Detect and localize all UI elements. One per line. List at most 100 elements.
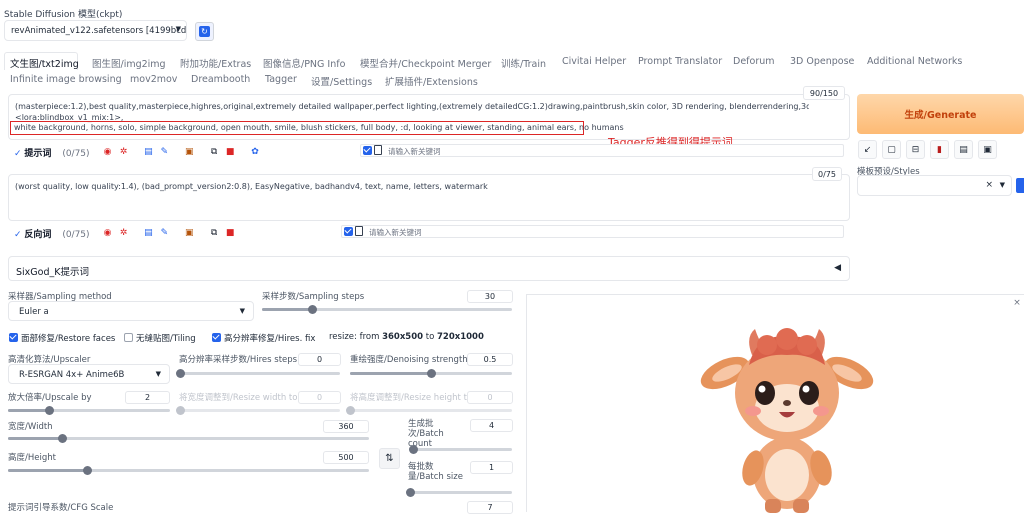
hires-steps-slider[interactable]: [176, 369, 340, 378]
copy-icon[interactable]: ⧉: [208, 226, 221, 239]
tab-prompt-translator[interactable]: Prompt Translator: [638, 56, 722, 67]
settings-icon[interactable]: ✿: [249, 145, 262, 158]
folder-icon[interactable]: ▣: [183, 145, 196, 158]
tiling-label: 无缝贴图/Tiling: [136, 334, 196, 344]
tab-train[interactable]: 训练/Train: [501, 56, 546, 70]
negative-keyword-placeholder: 请输入新关键词: [369, 228, 422, 237]
styles-dropdown[interactable]: × ▼: [857, 175, 1012, 196]
checkpoint-dropdown[interactable]: revAnimated_v122.safetensors [4199bcdc ▼: [4, 20, 187, 41]
tab-dreambooth[interactable]: Dreambooth: [191, 74, 250, 85]
arrow-icon[interactable]: ↙: [858, 140, 877, 159]
slider-thumb[interactable]: [427, 369, 436, 378]
hires-steps-label: 高分辨率采样步数/Hires steps: [179, 355, 298, 365]
denoise-input[interactable]: 0.5: [467, 353, 513, 366]
keyword-checkbox[interactable]: [344, 227, 353, 236]
tab-txt2img[interactable]: 文生图/txt2img: [10, 56, 79, 70]
batch-count-input[interactable]: 4: [470, 419, 513, 432]
doc-icon[interactable]: ▤: [142, 145, 155, 158]
cfg-input[interactable]: 7: [467, 501, 513, 514]
upscaler-value: R-ESRGAN 4x+ Anime6B: [19, 370, 125, 380]
denoise-slider[interactable]: [350, 369, 512, 378]
clipboard-icon[interactable]: ▤: [954, 140, 973, 159]
slider-thumb[interactable]: [409, 445, 419, 454]
batch-size-input[interactable]: 1: [470, 461, 513, 474]
palette-icon[interactable]: ◉: [101, 145, 114, 158]
tab-civitai-helper[interactable]: Civitai Helper: [562, 56, 626, 67]
negative-textarea[interactable]: (worst quality, low quality:1.4), (bad_p…: [8, 174, 850, 221]
copy-icon[interactable]: ⧉: [208, 145, 221, 158]
slider-thumb[interactable]: [44, 406, 54, 415]
sampling-steps-slider[interactable]: [262, 305, 512, 314]
hires-fix-option[interactable]: 高分辨率修复/Hires. fix: [212, 332, 315, 344]
hires-fix-checkbox[interactable]: [212, 333, 221, 342]
restore-faces-checkbox[interactable]: [9, 333, 18, 342]
height-label: 高度/Height: [8, 453, 56, 463]
prompt-keyword-input[interactable]: 请输入新关键词: [360, 144, 844, 157]
sixgod-accordion[interactable]: SixGod_K提示词 ◀: [8, 256, 850, 281]
sampling-method-dropdown[interactable]: Euler a ▼: [8, 301, 254, 321]
tab-mov2mov[interactable]: mov2mov: [130, 74, 177, 85]
tab-extensions[interactable]: 扩展插件/Extensions: [385, 74, 478, 88]
delete-icon[interactable]: ■: [224, 226, 237, 239]
tab-additional-networks[interactable]: Additional Networks: [867, 56, 962, 67]
tab-png-info[interactable]: 图像信息/PNG Info: [263, 56, 345, 70]
swap-dimensions-button[interactable]: ⇅: [379, 448, 400, 469]
tab-img2img[interactable]: 图生图/img2img: [92, 56, 166, 70]
restore-faces-option[interactable]: 面部修复/Restore faces: [9, 332, 115, 344]
batch-size-slider[interactable]: [406, 488, 512, 497]
hires-steps-input[interactable]: 0: [298, 353, 341, 366]
resize-height-slider: [346, 406, 512, 415]
tab-settings[interactable]: 设置/Settings: [311, 74, 372, 88]
close-icon[interactable]: ×: [1012, 298, 1022, 308]
tab-extras[interactable]: 附加功能/Extras: [180, 56, 251, 70]
trash-icon[interactable]: ⊟: [906, 140, 925, 159]
width-slider[interactable]: [8, 434, 369, 443]
slider-thumb[interactable]: [83, 466, 93, 475]
tiling-option[interactable]: 无缝贴图/Tiling: [124, 332, 196, 344]
slider-thumb[interactable]: [308, 305, 317, 314]
prompt-keyword-placeholder: 请输入新关键词: [388, 147, 441, 156]
height-slider[interactable]: [8, 466, 369, 475]
doc-icon[interactable]: ▤: [142, 226, 155, 239]
batch-count-slider[interactable]: [409, 445, 512, 454]
resize-prefix: resize: from: [329, 332, 380, 342]
tab-tagger[interactable]: Tagger: [265, 74, 297, 85]
slider-thumb[interactable]: [176, 369, 185, 378]
upscaler-dropdown[interactable]: R-ESRGAN 4x+ Anime6B ▼: [8, 364, 170, 384]
check-circle-icon: ✓: [14, 230, 22, 240]
refresh-button[interactable]: ↻: [195, 22, 214, 41]
edit-icon[interactable]: ✎: [158, 145, 171, 158]
tab-3d-openpose[interactable]: 3D Openpose: [790, 56, 854, 67]
collapse-icon[interactable]: ◀: [834, 263, 841, 273]
book-icon[interactable]: ▮: [930, 140, 949, 159]
prompt-line-3: white background, horns, solo, simple ba…: [14, 123, 624, 132]
sampling-steps-input[interactable]: 30: [467, 290, 513, 303]
gear-icon[interactable]: ✲: [117, 145, 130, 158]
tab-infinite-image-browsing[interactable]: Infinite image browsing: [10, 74, 122, 85]
tiling-checkbox[interactable]: [124, 333, 133, 342]
upscale-by-input[interactable]: 2: [125, 391, 170, 404]
clear-icon[interactable]: ▢: [882, 140, 901, 159]
keyword-checkbox[interactable]: [363, 146, 372, 155]
palette-icon[interactable]: ◉: [101, 226, 114, 239]
slider-thumb[interactable]: [58, 434, 68, 443]
width-input[interactable]: 360: [323, 420, 369, 433]
tab-deforum[interactable]: Deforum: [733, 56, 775, 67]
upscale-by-slider[interactable]: [8, 406, 170, 415]
height-input[interactable]: 500: [323, 451, 369, 464]
cfg-label: 提示词引导系数/CFG Scale: [8, 503, 114, 513]
batch-size-label: 每批数量/Batch size: [408, 462, 463, 482]
slider-thumb[interactable]: [406, 488, 415, 497]
sixgod-label: SixGod_K提示词: [16, 267, 89, 278]
generate-button[interactable]: 生成/Generate: [857, 94, 1024, 134]
edit-icon[interactable]: ✎: [158, 226, 171, 239]
styles-apply-button[interactable]: [1016, 178, 1024, 193]
negative-keyword-input[interactable]: 请输入新关键词: [341, 225, 844, 238]
gear-icon[interactable]: ✲: [117, 226, 130, 239]
folder-icon[interactable]: ▣: [183, 226, 196, 239]
slider-thumb: [346, 406, 355, 415]
save-icon[interactable]: ▣: [978, 140, 997, 159]
styles-clear-icon[interactable]: ×: [985, 180, 993, 190]
delete-icon[interactable]: ■: [224, 145, 237, 158]
tab-checkpoint-merger[interactable]: 模型合并/Checkpoint Merger: [360, 56, 491, 70]
